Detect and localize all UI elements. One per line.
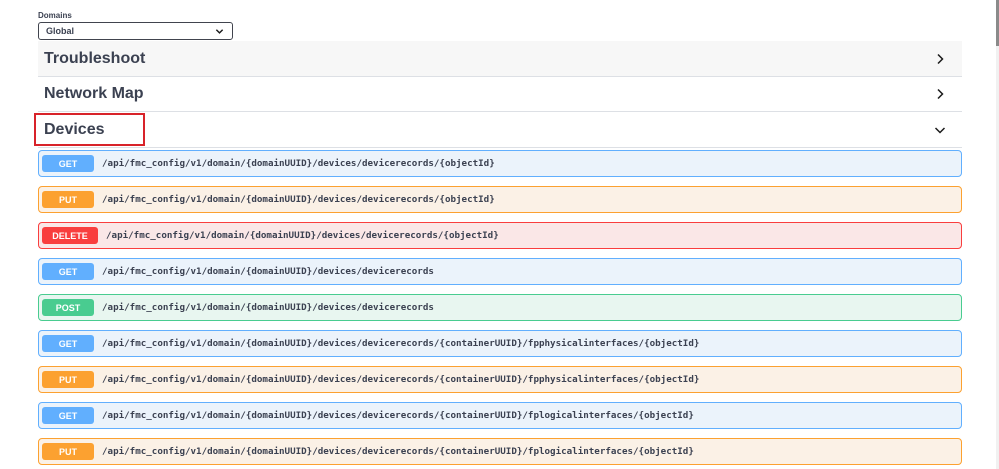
operation-path: /api/fmc_config/v1/domain/{domainUUID}/d…: [102, 446, 694, 457]
method-badge: POST: [42, 299, 94, 316]
method-badge: PUT: [42, 371, 94, 388]
operation-path: /api/fmc_config/v1/domain/{domainUUID}/d…: [106, 230, 499, 241]
operation-path: /api/fmc_config/v1/domain/{domainUUID}/d…: [102, 266, 434, 277]
operation-put-fplogicalinterface[interactable]: PUT /api/fmc_config/v1/domain/{domainUUI…: [38, 438, 962, 465]
operation-put-devicerecord[interactable]: PUT /api/fmc_config/v1/domain/{domainUUI…: [38, 186, 962, 213]
operation-path: /api/fmc_config/v1/domain/{domainUUID}/d…: [102, 410, 694, 421]
chevron-down-icon: [215, 28, 224, 34]
chevron-right-icon: [937, 88, 944, 99]
chevron-right-icon: [937, 53, 944, 64]
domains-label: Domains: [38, 11, 72, 20]
operation-path: /api/fmc_config/v1/domain/{domainUUID}/d…: [102, 338, 700, 349]
domains-selector: Domains Global: [38, 11, 233, 40]
operation-delete-devicerecord[interactable]: DELETE /api/fmc_config/v1/domain/{domain…: [38, 222, 962, 249]
section-devices[interactable]: Devices: [38, 112, 962, 148]
section-network-map[interactable]: Network Map: [38, 76, 962, 112]
method-badge: GET: [42, 263, 94, 280]
section-title: Network Map: [44, 84, 144, 102]
method-badge: PUT: [42, 443, 94, 460]
chevron-down-icon: [934, 126, 946, 134]
method-badge: GET: [42, 335, 94, 352]
section-title: Troubleshoot: [44, 49, 146, 67]
highlight-box: [34, 113, 145, 146]
operation-get-devicerecord[interactable]: GET /api/fmc_config/v1/domain/{domainUUI…: [38, 150, 962, 177]
operation-path: /api/fmc_config/v1/domain/{domainUUID}/d…: [102, 302, 434, 313]
method-badge: PUT: [42, 191, 94, 208]
method-badge: DELETE: [42, 227, 98, 244]
section-troubleshoot[interactable]: Troubleshoot: [38, 41, 962, 77]
domains-select[interactable]: Global: [38, 22, 233, 40]
method-badge: GET: [42, 155, 94, 172]
operation-path: /api/fmc_config/v1/domain/{domainUUID}/d…: [102, 194, 495, 205]
operation-path: /api/fmc_config/v1/domain/{domainUUID}/d…: [102, 158, 495, 169]
method-badge: GET: [42, 407, 94, 424]
domains-selected-value: Global: [46, 26, 75, 36]
operation-put-fpphysicalinterface[interactable]: PUT /api/fmc_config/v1/domain/{domainUUI…: [38, 366, 962, 393]
operation-get-fpphysicalinterface[interactable]: GET /api/fmc_config/v1/domain/{domainUUI…: [38, 330, 962, 357]
operation-get-devicerecords[interactable]: GET /api/fmc_config/v1/domain/{domainUUI…: [38, 258, 962, 285]
operation-get-fplogicalinterface[interactable]: GET /api/fmc_config/v1/domain/{domainUUI…: [38, 402, 962, 429]
operation-path: /api/fmc_config/v1/domain/{domainUUID}/d…: [102, 374, 700, 385]
operation-post-devicerecords[interactable]: POST /api/fmc_config/v1/domain/{domainUU…: [38, 294, 962, 321]
